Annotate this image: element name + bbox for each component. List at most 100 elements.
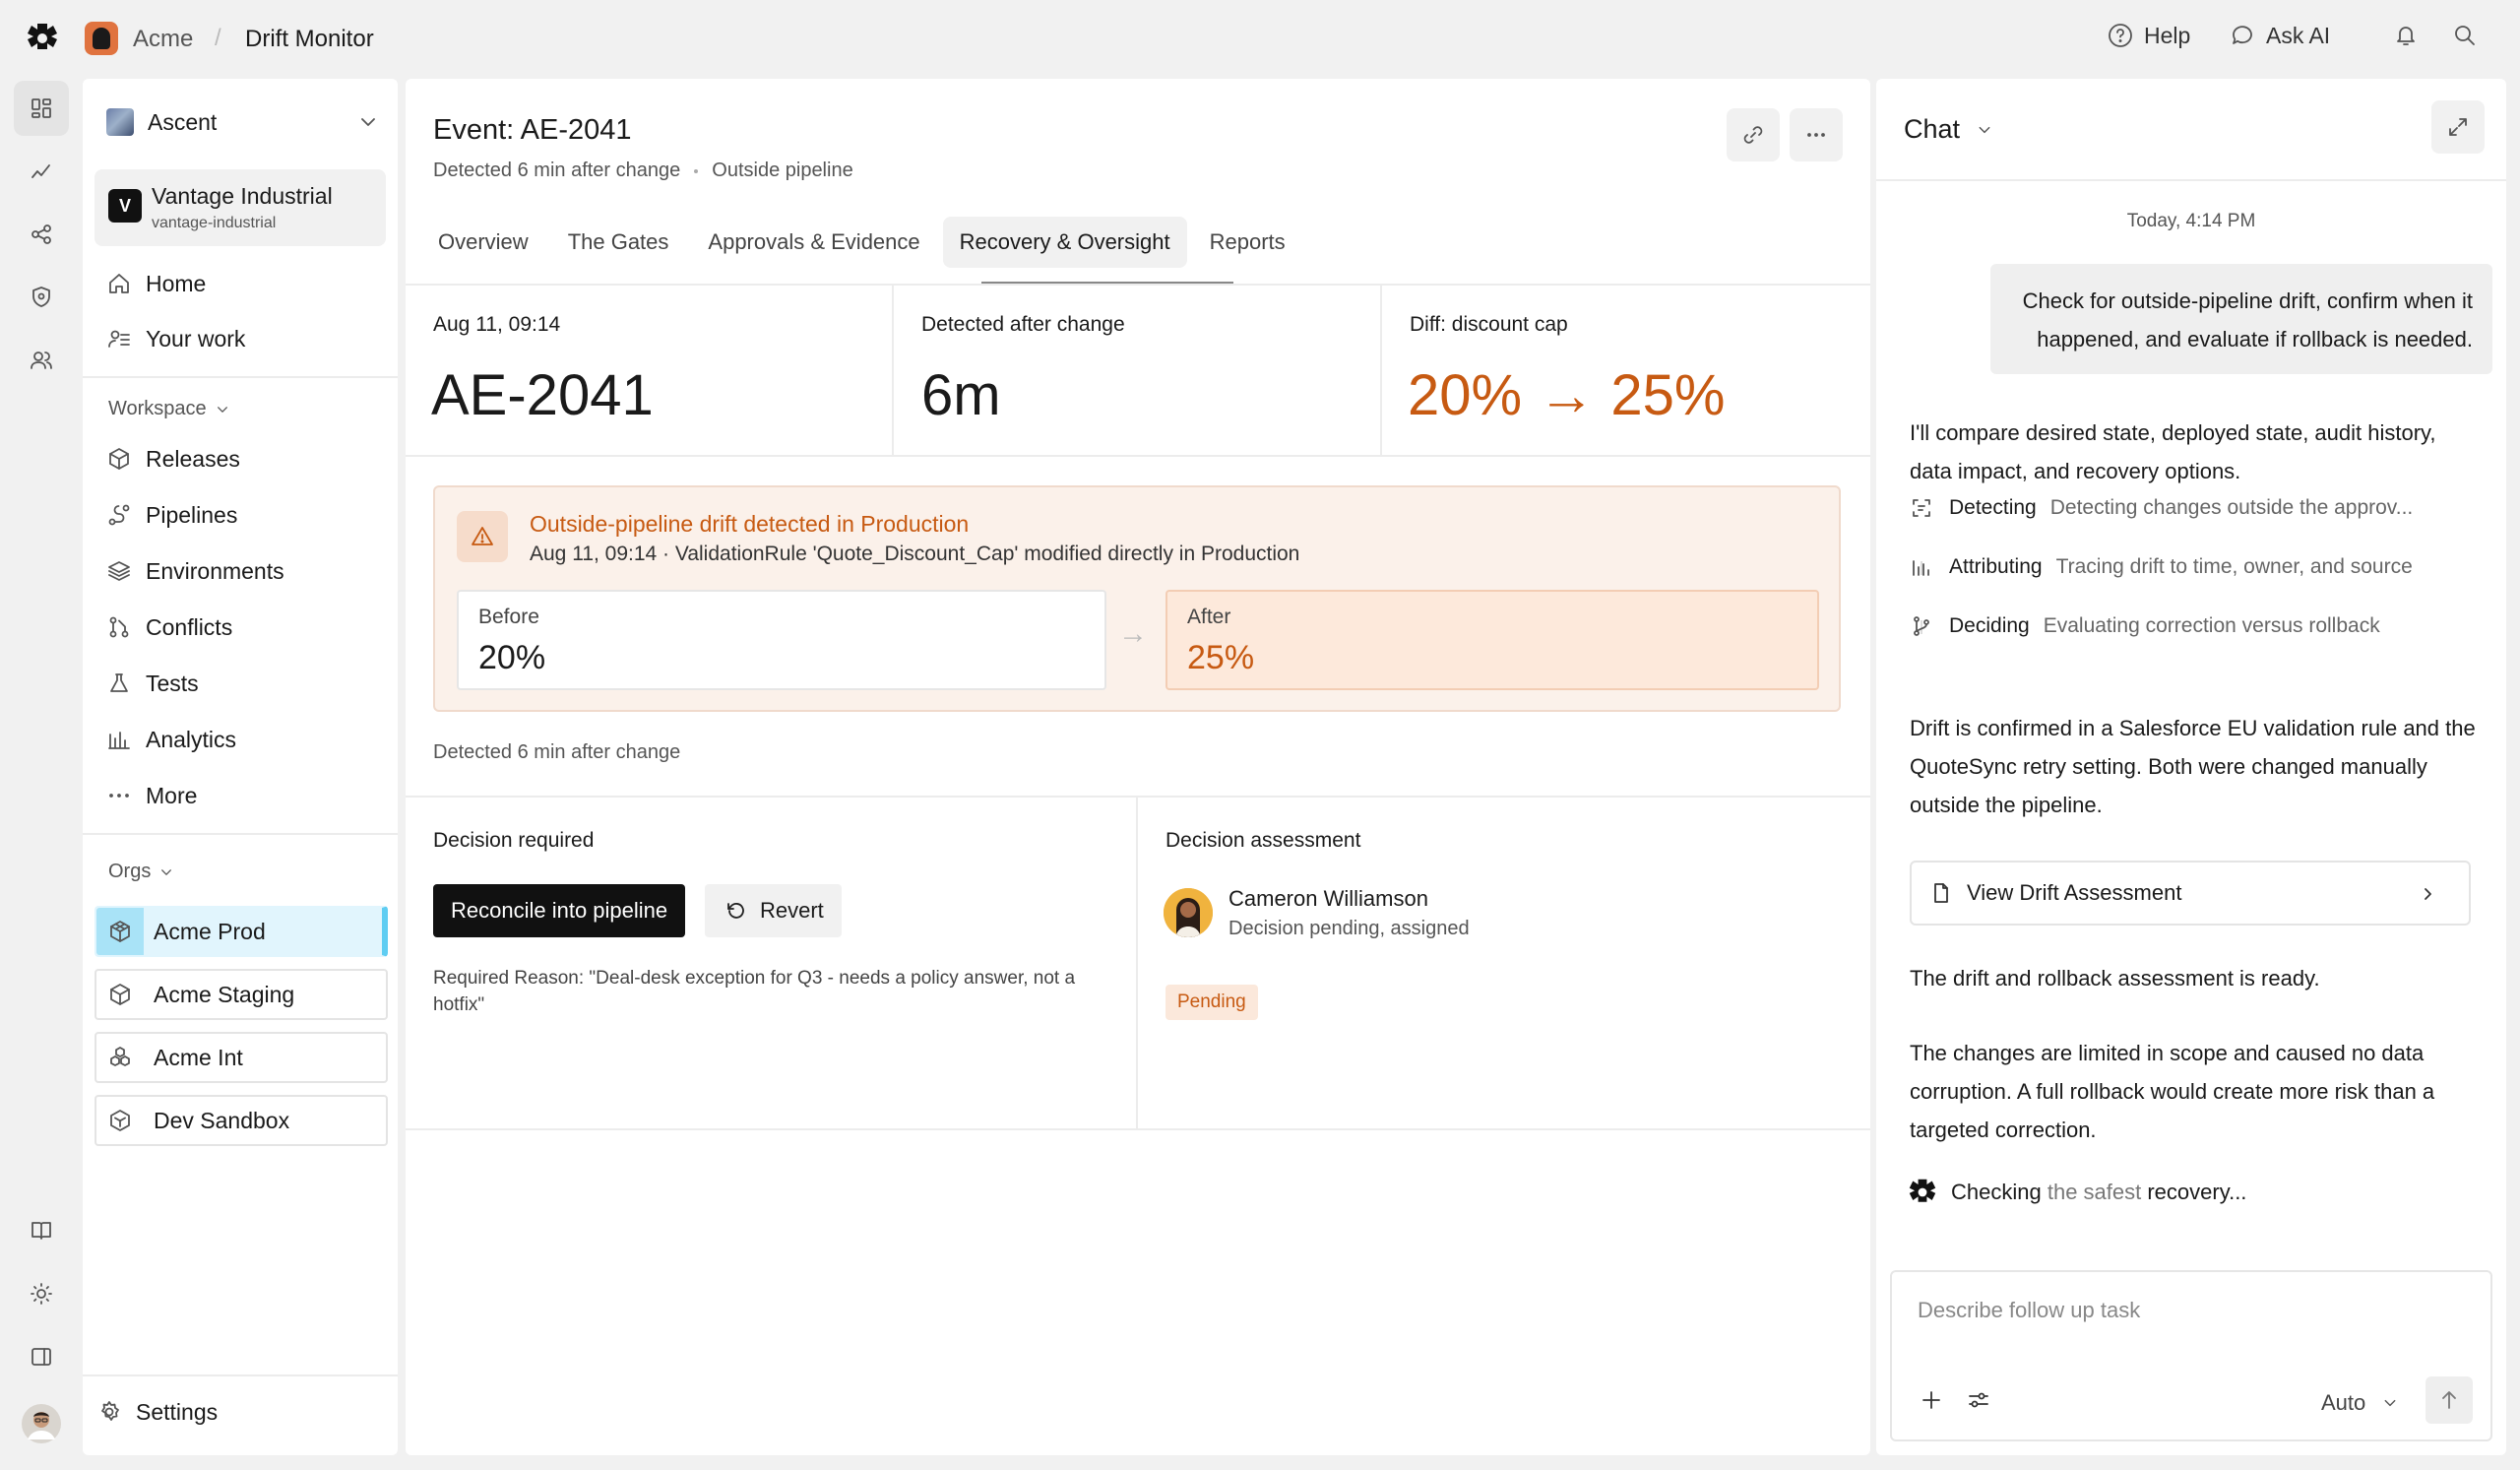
more-actions-button[interactable]	[1790, 108, 1843, 161]
after-label: After	[1187, 606, 1231, 628]
sidebar-item-environments[interactable]: Environments	[106, 551, 284, 591]
bell-icon	[2397, 27, 2415, 45]
help-button[interactable]: Help	[2107, 22, 2190, 49]
assistant-summary: The changes are limited in scope and cau…	[1910, 1041, 2435, 1142]
notifications-button[interactable]	[2392, 22, 2420, 49]
sidebar-item-tests[interactable]: Tests	[106, 664, 199, 703]
layers-icon	[108, 561, 130, 581]
org-row-dev-sandbox[interactable]: Dev Sandbox	[94, 1095, 388, 1146]
org-row-acme-staging[interactable]: Acme Staging	[94, 969, 388, 1020]
cubes-icon	[110, 1047, 130, 1066]
arrow-up-icon	[2442, 1391, 2456, 1409]
sandbox-icon	[110, 1110, 130, 1131]
list-icon	[108, 330, 130, 348]
stat-detected-label: Detected after change	[921, 313, 1125, 336]
rail-share[interactable]	[14, 207, 69, 262]
sidebar-item-releases[interactable]: Releases	[106, 439, 240, 479]
sidebar-item-home[interactable]: Home	[106, 264, 206, 303]
chevron-down-icon	[2384, 1399, 2396, 1407]
follow-up-input[interactable]	[1918, 1298, 2449, 1323]
before-label: Before	[478, 606, 539, 628]
thinking-text-c: recovery...	[2147, 1180, 2247, 1204]
sidebar-panel-icon	[32, 1348, 51, 1366]
chevron-down-icon	[161, 868, 172, 875]
sidebar-item-pipelines[interactable]: Pipelines	[106, 495, 237, 535]
sidebar-divider	[83, 376, 398, 378]
user-avatar[interactable]	[14, 1396, 69, 1451]
decision-assessment-title: Decision assessment	[1166, 829, 1361, 852]
users-icon	[31, 352, 52, 369]
tab-the-gates[interactable]: The Gates	[551, 217, 686, 268]
sidebar-item-settings[interactable]: Settings	[96, 1392, 218, 1432]
thinking-text-b: the safest	[2047, 1180, 2142, 1204]
chat-composer: Auto	[1890, 1270, 2492, 1441]
chat-header-divider	[1876, 179, 2506, 181]
workspace-switcher[interactable]: Ascent	[106, 100, 382, 144]
shield-icon	[32, 287, 50, 307]
orgs-section-toggle[interactable]: Orgs	[108, 861, 176, 883]
event-source-meta: Outside pipeline	[712, 160, 853, 181]
rail-docs[interactable]	[14, 1203, 69, 1258]
breadcrumb-app[interactable]: Acme	[133, 26, 193, 53]
rail-team[interactable]	[14, 333, 69, 388]
reconcile-button[interactable]: Reconcile into pipeline	[433, 884, 686, 937]
sliders-icon[interactable]	[1965, 1386, 1992, 1414]
sidebar-item-analytics[interactable]: Analytics	[106, 720, 236, 759]
send-button[interactable]	[2426, 1376, 2473, 1424]
view-drift-assessment-card[interactable]: View Drift Assessment	[1910, 861, 2471, 926]
thinking-indicator: Checking the safest recovery...	[1908, 1178, 2246, 1207]
org-row-acme-prod[interactable]: Acme Prod	[94, 906, 388, 957]
dashboard-icon	[32, 98, 51, 118]
required-reason: Required Reason: "Deal-desk exception fo…	[433, 968, 1076, 1015]
rail-security[interactable]	[14, 270, 69, 325]
help-circle-icon	[2109, 24, 2132, 47]
tab-recovery-oversight[interactable]: Recovery & Oversight	[942, 217, 1187, 268]
app-logo-icon	[1909, 1179, 1936, 1202]
rail-dashboard[interactable]	[14, 81, 69, 136]
model-selector[interactable]: Auto	[2321, 1390, 2401, 1416]
sun-icon	[31, 1283, 52, 1305]
breadcrumb-page: Drift Monitor	[245, 26, 374, 52]
sidebar-item-your-work[interactable]: Your work	[106, 319, 245, 358]
event-detected-meta: Detected 6 min after change	[433, 160, 681, 181]
acme-app-icon[interactable]	[85, 22, 118, 55]
after-value: 25%	[1187, 639, 1255, 676]
ask-ai-button[interactable]: Ask AI	[2229, 22, 2330, 49]
app-logo-icon[interactable]	[26, 22, 59, 55]
rail-panel-toggle[interactable]	[14, 1329, 69, 1384]
revert-button[interactable]: Revert	[705, 884, 842, 937]
chat-title-dropdown[interactable]: Chat	[1904, 114, 1995, 145]
assistant-intro: I'll compare desired state, deployed sta…	[1910, 420, 2436, 483]
tab-overview[interactable]: Overview	[421, 217, 545, 268]
tab-approvals-evidence[interactable]: Approvals & Evidence	[691, 217, 936, 268]
step-detecting: Detecting Detecting changes outside the …	[1910, 496, 2413, 520]
sidebar-item-more[interactable]: More	[106, 776, 197, 815]
alert-description: Aug 11, 09:14 · ValidationRule 'Quote_Di…	[530, 543, 1300, 565]
home-icon	[109, 274, 129, 293]
conflict-icon	[109, 616, 129, 638]
search-icon	[2455, 26, 2475, 45]
chevron-down-icon	[1979, 126, 1990, 133]
warning-triangle-icon	[472, 527, 493, 545]
expand-chat-button[interactable]	[2431, 100, 2485, 154]
section-divider	[406, 796, 1870, 798]
user-avatar-image	[22, 1404, 61, 1443]
assessor-status: Decision pending, assigned	[1228, 918, 1470, 939]
rail-activity[interactable]	[14, 144, 69, 199]
more-dots-icon	[109, 794, 129, 798]
event-panel: Event: AE-2041 Detected 6 min after chan…	[406, 79, 1870, 1455]
share-nodes-icon	[32, 224, 51, 244]
assistant-ready: The drift and rollback assessment is rea…	[1910, 966, 2320, 991]
stats-divider	[406, 455, 1870, 457]
copy-link-button[interactable]	[1727, 108, 1780, 161]
plus-icon[interactable]	[1918, 1386, 1945, 1414]
tab-reports[interactable]: Reports	[1193, 217, 1302, 268]
org-row-acme-int[interactable]: Acme Int	[94, 1032, 388, 1083]
step-deciding: Deciding Evaluating correction versus ro…	[1910, 614, 2380, 638]
sidebar-item-conflicts[interactable]: Conflicts	[106, 607, 232, 647]
search-button[interactable]	[2451, 22, 2479, 49]
page-title: Event: AE-2041	[433, 114, 632, 146]
rail-theme[interactable]	[14, 1266, 69, 1321]
org-card[interactable]: V Vantage Industrial vantage-industrial	[94, 169, 386, 246]
workspace-section-toggle[interactable]: Workspace	[108, 398, 232, 420]
